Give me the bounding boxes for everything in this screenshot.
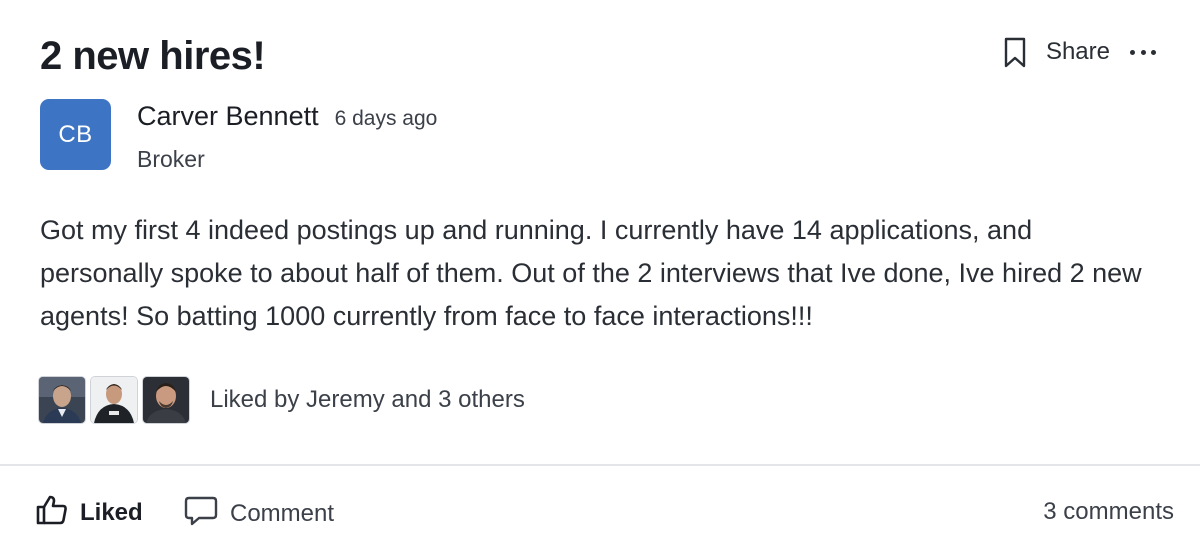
post-header-actions: Share [1002, 32, 1156, 72]
liker-avatar[interactable] [90, 376, 138, 424]
comments-count-link[interactable]: 3 comments [1043, 498, 1174, 526]
comment-icon [184, 495, 218, 532]
author-role: Broker [137, 146, 205, 172]
liked-label: Liked [80, 498, 143, 526]
post-title: 2 new hires! [40, 34, 266, 78]
bookmark-icon[interactable] [1002, 34, 1028, 70]
more-horizontal-icon[interactable] [1130, 42, 1156, 62]
author-avatar[interactable]: CB [40, 99, 111, 170]
author-line: Carver Bennett 6 days ago [137, 101, 437, 132]
author-name[interactable]: Carver Bennett [137, 101, 319, 132]
author-initials: CB [58, 120, 93, 148]
post-timestamp: 6 days ago [334, 107, 438, 130]
footer-divider [0, 464, 1200, 466]
liker-avatar[interactable] [142, 376, 190, 424]
liker-avatar[interactable] [38, 376, 86, 424]
post-body: Got my first 4 indeed postings up and ru… [40, 215, 1142, 331]
share-button[interactable]: Share [1046, 38, 1110, 66]
thumbs-up-icon [36, 495, 68, 530]
liked-by-text[interactable]: Liked by Jeremy and 3 others [210, 386, 525, 414]
liker-avatars[interactable] [38, 376, 194, 424]
comment-button[interactable]: Comment [184, 495, 334, 532]
liked-button[interactable]: Liked [36, 495, 143, 530]
comment-label: Comment [230, 499, 335, 527]
